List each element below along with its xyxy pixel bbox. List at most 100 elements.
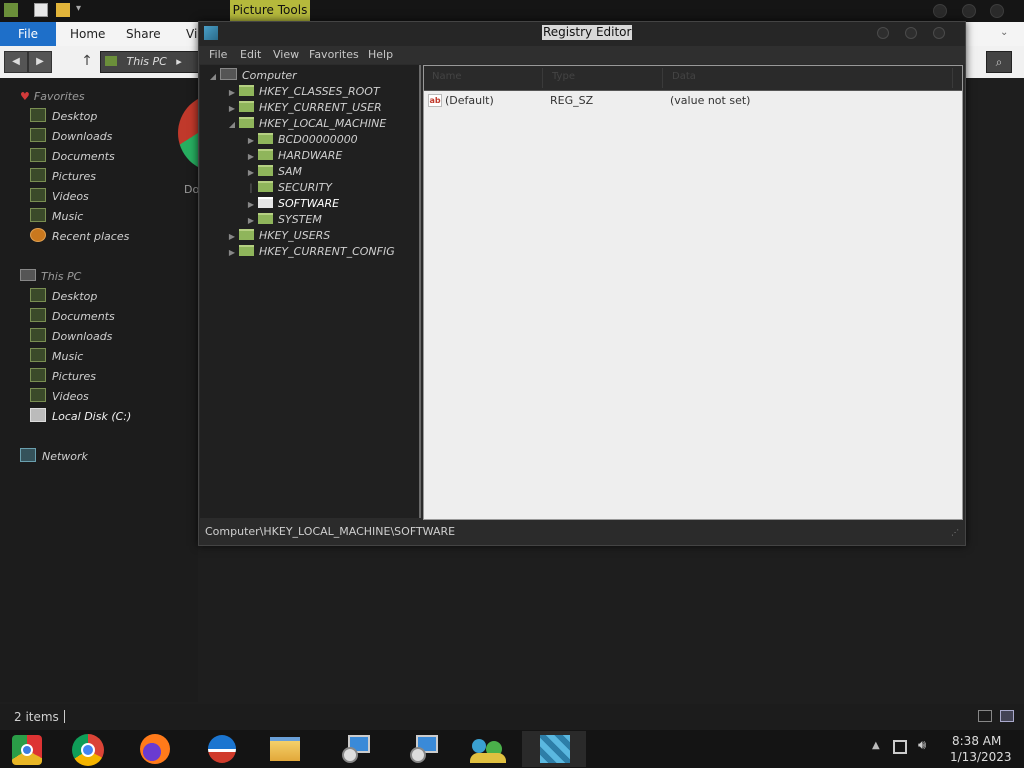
column-divider[interactable] <box>952 68 953 88</box>
menu-favorites[interactable]: Favorites <box>309 48 359 61</box>
tree-node-bcd[interactable]: ▶ BCD00000000 <box>246 132 358 148</box>
volume-icon[interactable]: 🔊︎ <box>918 738 926 753</box>
customize-qat-chevron-icon[interactable]: ▾ <box>76 3 81 14</box>
collapse-chevron-icon[interactable]: ◢ <box>227 117 237 133</box>
nav-item-desktop-pc[interactable]: Desktop <box>30 287 131 307</box>
tree-node-hardware[interactable]: ▶ HARDWARE <box>246 148 342 164</box>
column-divider[interactable] <box>542 68 543 88</box>
expand-chevron-icon[interactable]: ▶ <box>227 229 237 245</box>
nav-item-pictures[interactable]: Pictures <box>30 167 129 187</box>
taskbar-network-setup[interactable] <box>324 731 388 767</box>
explorer-minimize-button[interactable] <box>933 4 947 18</box>
registry-editor-icon <box>540 735 570 763</box>
menu-help[interactable]: Help <box>368 48 393 61</box>
up-button[interactable]: ↑ <box>78 52 96 70</box>
explorer-app-icon[interactable] <box>4 3 18 17</box>
regedit-maximize-button[interactable] <box>905 27 917 39</box>
crumb-chevron-icon[interactable]: ▸ <box>176 55 182 68</box>
regedit-close-button[interactable] <box>933 27 945 39</box>
regedit-app-icon[interactable] <box>204 26 218 40</box>
clock-date[interactable]: 1/13/2023 <box>950 750 1012 764</box>
resize-grip-icon[interactable]: ⋰ <box>951 528 959 537</box>
tree-node-label: Computer <box>242 69 297 82</box>
new-folder-icon[interactable] <box>56 3 70 17</box>
tree-node-label: HKEY_CLASSES_ROOT <box>259 85 380 98</box>
tree-node-security[interactable]: │ SECURITY <box>246 180 332 196</box>
show-hidden-icons-chevron-icon[interactable]: ▲ <box>872 740 880 751</box>
column-header-name[interactable]: Name <box>432 71 462 82</box>
expand-chevron-icon[interactable]: ▶ <box>246 197 256 213</box>
details-view-icon[interactable] <box>978 710 992 722</box>
collapse-chevron-icon[interactable]: ◢ <box>208 69 218 85</box>
expand-chevron-icon[interactable]: ▶ <box>227 85 237 101</box>
taskbar-firefox[interactable] <box>122 731 186 767</box>
taskbar-chrome[interactable] <box>58 731 122 767</box>
forward-button[interactable]: ▶ <box>28 51 52 73</box>
nav-item-videos[interactable]: Videos <box>30 187 129 207</box>
column-header-type[interactable]: Type <box>552 71 575 82</box>
tree-node-computer[interactable]: ◢ Computer <box>208 68 297 84</box>
expand-chevron-icon[interactable]: ▶ <box>227 101 237 117</box>
nav-item-local-disk[interactable]: Local Disk (C:) <box>30 407 131 427</box>
taskbar-chrome-old[interactable] <box>0 731 64 767</box>
network-status-icon[interactable] <box>893 740 907 754</box>
picture-tools-context-tab[interactable]: Picture Tools <box>230 0 310 21</box>
explorer-maximize-button[interactable] <box>962 4 976 18</box>
expand-chevron-icon[interactable]: ▶ <box>246 165 256 181</box>
tree-node-hkey-users[interactable]: ▶ HKEY_USERS <box>227 228 330 244</box>
column-header-data[interactable]: Data <box>672 71 696 82</box>
expand-chevron-icon[interactable]: ▶ <box>246 149 256 165</box>
nav-item-network[interactable]: Network <box>20 447 88 467</box>
nav-item-desktop[interactable]: Desktop <box>30 107 129 127</box>
regedit-minimize-button[interactable] <box>877 27 889 39</box>
this-pc-header[interactable]: This PC <box>20 267 81 287</box>
value-row-name[interactable]: (Default) <box>445 94 494 107</box>
nav-item-music-pc[interactable]: Music <box>30 347 131 367</box>
nav-item-downloads[interactable]: Downloads <box>30 127 129 147</box>
view-tab[interactable]: Vi <box>186 22 197 46</box>
favorites-header[interactable]: ♥ Favorites <box>20 87 85 107</box>
nav-item-label: Network <box>42 450 88 463</box>
tree-node-sam[interactable]: ▶ SAM <box>246 164 302 180</box>
large-icons-view-icon[interactable] <box>1000 710 1014 722</box>
address-bar[interactable]: This PC ▸ <box>100 51 212 73</box>
back-button[interactable]: ◀ <box>4 51 28 73</box>
taskbar-opera[interactable] <box>188 731 252 767</box>
search-icon[interactable]: ⌕ <box>986 51 1012 73</box>
column-divider[interactable] <box>662 68 663 88</box>
nav-item-music[interactable]: Music <box>30 207 129 227</box>
nav-item-recent-places[interactable]: Recent places <box>30 227 129 247</box>
expand-chevron-icon[interactable]: ▶ <box>227 245 237 261</box>
value-row-data: (value not set) <box>670 94 751 107</box>
properties-icon[interactable] <box>34 3 48 17</box>
nav-item-pictures-pc[interactable]: Pictures <box>30 367 131 387</box>
expand-chevron-icon[interactable]: ▶ <box>246 213 256 229</box>
tree-node-hkey-current-user[interactable]: ▶ HKEY_CURRENT_USER <box>227 100 382 116</box>
nav-item-videos-pc[interactable]: Videos <box>30 387 131 407</box>
users-icon <box>472 739 486 753</box>
expand-ribbon-chevron-icon[interactable]: ⌄ <box>1000 27 1008 38</box>
taskbar-users[interactable] <box>456 731 520 767</box>
explorer-close-button[interactable] <box>990 4 1004 18</box>
file-tab[interactable]: File <box>0 22 56 46</box>
menu-file[interactable]: File <box>209 48 227 61</box>
taskbar-registry-editor[interactable] <box>522 731 586 767</box>
menu-edit[interactable]: Edit <box>240 48 261 61</box>
nav-item-downloads-pc[interactable]: Downloads <box>30 327 131 347</box>
nav-item-documents[interactable]: Documents <box>30 147 129 167</box>
regedit-title-bar[interactable]: Registry Editor <box>199 22 965 46</box>
clock-time[interactable]: 8:38 AM <box>952 734 1001 748</box>
taskbar-file-explorer[interactable] <box>254 731 318 767</box>
tree-node-software[interactable]: ▶ SOFTWARE <box>246 196 339 212</box>
home-tab[interactable]: Home <box>70 22 105 46</box>
expand-chevron-icon[interactable]: ▶ <box>246 133 256 149</box>
tree-node-system[interactable]: ▶ SYSTEM <box>246 212 322 228</box>
tree-node-hkey-current-config[interactable]: ▶ HKEY_CURRENT_CONFIG <box>227 244 395 260</box>
address-crumb-this-pc[interactable]: This PC <box>127 55 167 68</box>
nav-item-documents-pc[interactable]: Documents <box>30 307 131 327</box>
taskbar-network-setup-2[interactable] <box>392 731 456 767</box>
menu-view[interactable]: View <box>273 48 299 61</box>
tree-node-hkey-classes-root[interactable]: ▶ HKEY_CLASSES_ROOT <box>227 84 380 100</box>
tree-node-hkey-local-machine[interactable]: ◢ HKEY_LOCAL_MACHINE <box>227 116 386 132</box>
share-tab[interactable]: Share <box>126 22 161 46</box>
